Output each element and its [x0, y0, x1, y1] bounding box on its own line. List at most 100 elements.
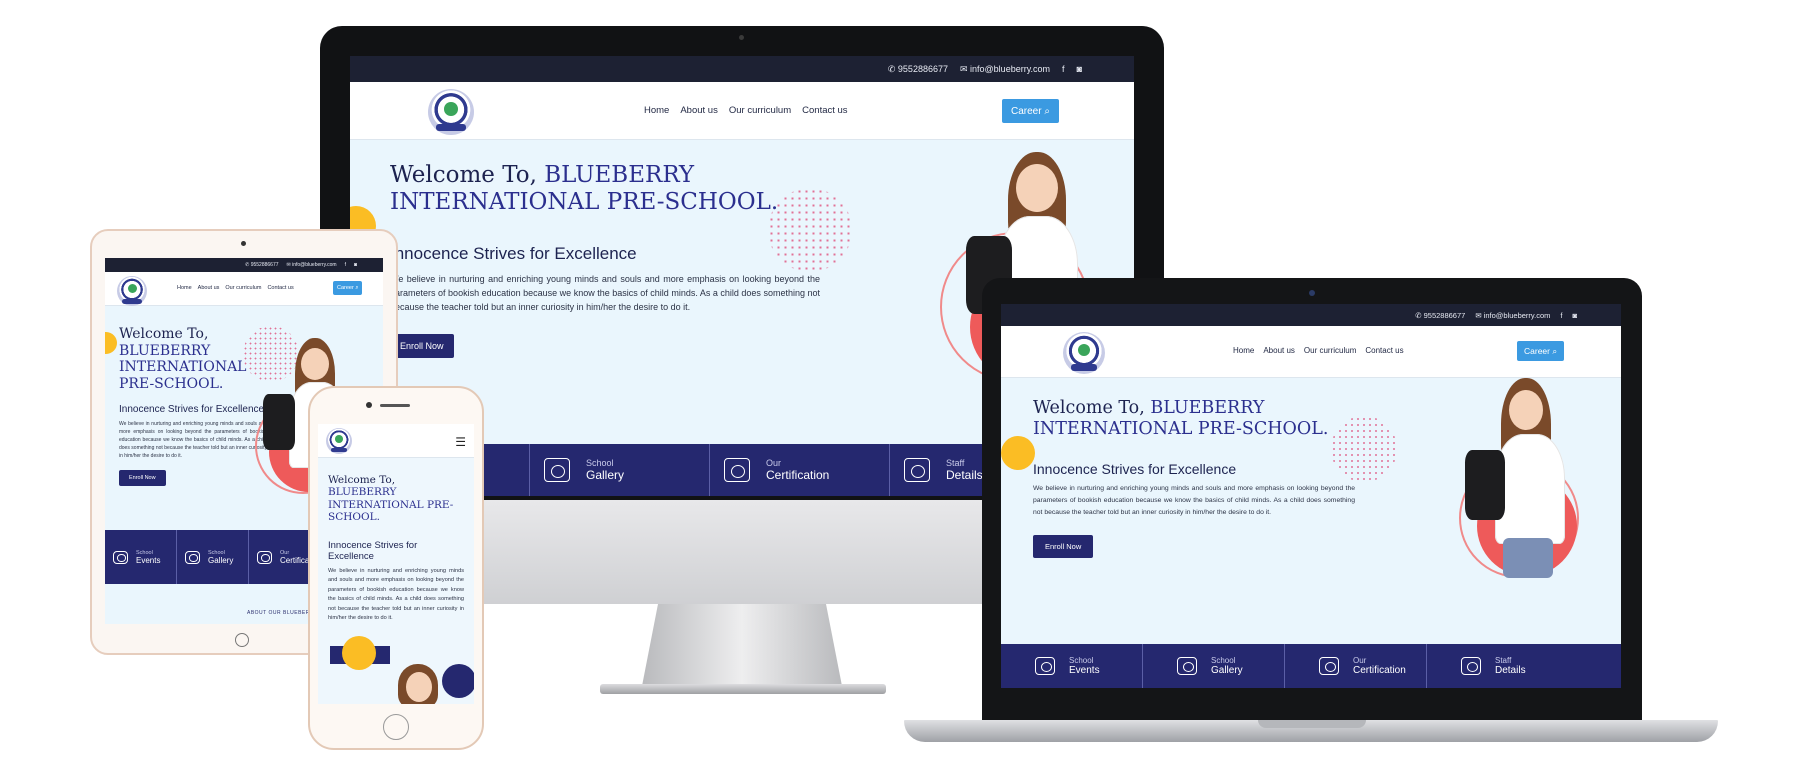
- menu-contact[interactable]: Contact us: [802, 105, 847, 116]
- menu-about[interactable]: About us: [680, 105, 718, 116]
- menu-contact[interactable]: Contact us: [267, 285, 293, 291]
- navy-circle-decoration: [442, 664, 474, 698]
- certification-icon: [257, 550, 272, 564]
- laptop-camera: [1309, 290, 1315, 296]
- phone-icon: ✆: [887, 63, 898, 74]
- career-button[interactable]: Career ⌕: [333, 281, 363, 295]
- main-menu: Home About us Our curriculum Contact us: [1233, 346, 1404, 355]
- hero-title: Welcome To, BLUEBERRY INTERNATIONAL PRE-…: [390, 162, 779, 216]
- topbar: ✆ 9552886677 ✉ info@blueberry.com f ◙: [105, 258, 383, 272]
- imac-stand: [642, 604, 842, 686]
- hero-body: We believe in nurturing and enriching yo…: [390, 274, 820, 313]
- hero-body: We believe in nurturing and enriching yo…: [119, 421, 267, 460]
- hero-text: Welcome To, BLUEBERRY INTERNATIONAL PRE-…: [328, 474, 464, 624]
- menu-home[interactable]: Home: [644, 105, 669, 116]
- gallery-icon: [185, 550, 200, 564]
- student-photo: [390, 664, 450, 704]
- menu-home[interactable]: Home: [1233, 346, 1254, 355]
- mail-icon: ✉: [959, 63, 971, 74]
- topbar-phone[interactable]: ✆ 9552886677: [888, 64, 948, 75]
- enroll-button[interactable]: Enroll Now: [1033, 535, 1094, 559]
- school-logo[interactable]: [428, 89, 474, 135]
- phone-home-button[interactable]: [383, 714, 409, 740]
- menu-curriculum[interactable]: Our curriculum: [1304, 346, 1356, 355]
- staff-icon: [1461, 657, 1481, 675]
- menu-about[interactable]: About us: [1263, 346, 1295, 355]
- main-menu: Home About us Our curriculum Contact us: [644, 105, 848, 116]
- hero-text: Welcome To, BLUEBERRY INTERNATIONAL PRE-…: [1033, 398, 1355, 559]
- gallery-icon: [1177, 657, 1197, 675]
- navbar: Home About us Our curriculum Contact us …: [105, 272, 383, 306]
- school-logo[interactable]: [1063, 332, 1105, 374]
- features-bar: SchoolEvents SchoolGallery OurCertificat…: [1001, 644, 1621, 688]
- facebook-icon[interactable]: f: [1560, 311, 1562, 320]
- mail-icon: ✉: [1475, 310, 1484, 320]
- hamburger-menu-icon[interactable]: ☰: [455, 435, 466, 449]
- enroll-button[interactable]: Enroll Now: [390, 334, 454, 359]
- topbar-email[interactable]: ✉ info@blueberry.com: [960, 64, 1050, 75]
- hero-text: Welcome To, BLUEBERRY INTERNATIONAL PRE-…: [119, 326, 267, 487]
- events-icon: [113, 550, 128, 564]
- facebook-icon[interactable]: f: [345, 262, 346, 268]
- career-icon: ⌕: [1044, 105, 1050, 117]
- feature-certification[interactable]: Our Certification: [710, 444, 890, 496]
- certification-icon: [1319, 657, 1339, 675]
- topbar-phone[interactable]: ✆ 9552886677: [1415, 311, 1465, 320]
- hero-title: Welcome To, BLUEBERRY INTERNATIONAL PRE-…: [328, 474, 454, 524]
- gallery-icon: [544, 458, 570, 482]
- navbar: Home About us Our curriculum Contact us …: [1001, 326, 1621, 378]
- career-icon: ⌕: [355, 284, 359, 291]
- hero-brand: BLUEBERRY INTERNATIONAL PRE-SCHOOL.: [119, 342, 247, 392]
- facebook-icon[interactable]: f: [1062, 64, 1065, 74]
- hero-tagline: Innocence Strives for Excellence: [1033, 461, 1237, 478]
- feature-events[interactable]: SchoolEvents: [105, 530, 177, 584]
- navbar: ☰: [318, 424, 474, 458]
- menu-about[interactable]: About us: [198, 285, 220, 291]
- imac-camera: [739, 35, 744, 40]
- navbar: Home About us Our curriculum Contact us …: [350, 82, 1134, 140]
- yellow-circle-decoration: [1001, 436, 1035, 470]
- menu-contact[interactable]: Contact us: [1365, 346, 1403, 355]
- yellow-circle-decoration: [342, 636, 376, 670]
- certification-icon: [724, 458, 750, 482]
- school-logo[interactable]: [326, 428, 352, 454]
- laptop-screen: ✆ 9552886677 ✉ info@blueberry.com f ◙ Ho…: [1001, 304, 1621, 688]
- career-button[interactable]: Career ⌕: [1517, 341, 1565, 361]
- main-menu: Home About us Our curriculum Contact us: [177, 285, 294, 291]
- phone-speaker: [380, 404, 410, 407]
- tablet-home-button[interactable]: [235, 633, 249, 647]
- topbar-email[interactable]: ✉ info@blueberry.com: [1475, 311, 1550, 320]
- instagram-icon[interactable]: ◙: [1077, 64, 1082, 74]
- menu-curriculum[interactable]: Our curriculum: [729, 105, 791, 116]
- hero-title: Welcome To, BLUEBERRY INTERNATIONAL PRE-…: [1033, 398, 1329, 439]
- menu-home[interactable]: Home: [177, 285, 192, 291]
- tablet-camera: [241, 241, 246, 246]
- yellow-circle-decoration: [105, 332, 117, 354]
- hero-body: We believe in nurturing and enriching yo…: [328, 567, 464, 622]
- career-button[interactable]: Career ⌕: [1002, 99, 1059, 123]
- topbar-phone[interactable]: ✆ 9552886677: [245, 262, 278, 268]
- career-icon: ⌕: [1552, 345, 1558, 356]
- feature-gallery[interactable]: School Gallery: [177, 530, 249, 584]
- hero-tagline: Innocence Strives for Excellence: [328, 539, 418, 562]
- laptop-notch: [1258, 720, 1366, 728]
- feature-gallery[interactable]: School Gallery: [1143, 644, 1285, 688]
- phone-camera: [366, 402, 372, 408]
- staff-icon: [904, 458, 930, 482]
- hero-title: Welcome To, BLUEBERRY INTERNATIONAL PRE-…: [119, 326, 247, 392]
- school-logo[interactable]: [117, 276, 147, 306]
- instagram-icon[interactable]: ◙: [354, 262, 357, 268]
- hero-text: Welcome To, BLUEBERRY INTERNATIONAL PRE-…: [390, 162, 820, 359]
- menu-curriculum[interactable]: Our curriculum: [225, 285, 261, 291]
- topbar-email[interactable]: ✉ info@blueberry.com: [287, 262, 337, 268]
- feature-events[interactable]: SchoolEvents: [1001, 644, 1143, 688]
- hero-brand: BLUEBERRY INTERNATIONAL PRE-SCHOOL.: [328, 486, 454, 524]
- feature-certification[interactable]: Our Certification: [1285, 644, 1427, 688]
- feature-staff[interactable]: Staff Details: [1427, 644, 1569, 688]
- enroll-button[interactable]: Enroll Now: [119, 470, 166, 487]
- feature-gallery[interactable]: School Gallery: [530, 444, 710, 496]
- hero-body: We believe in nurturing and enriching yo…: [1033, 485, 1355, 517]
- instagram-icon[interactable]: ◙: [1572, 311, 1577, 320]
- topbar: ✆ 9552886677 ✉ info@blueberry.com f ◙: [1001, 304, 1621, 326]
- imac-base: [600, 684, 886, 694]
